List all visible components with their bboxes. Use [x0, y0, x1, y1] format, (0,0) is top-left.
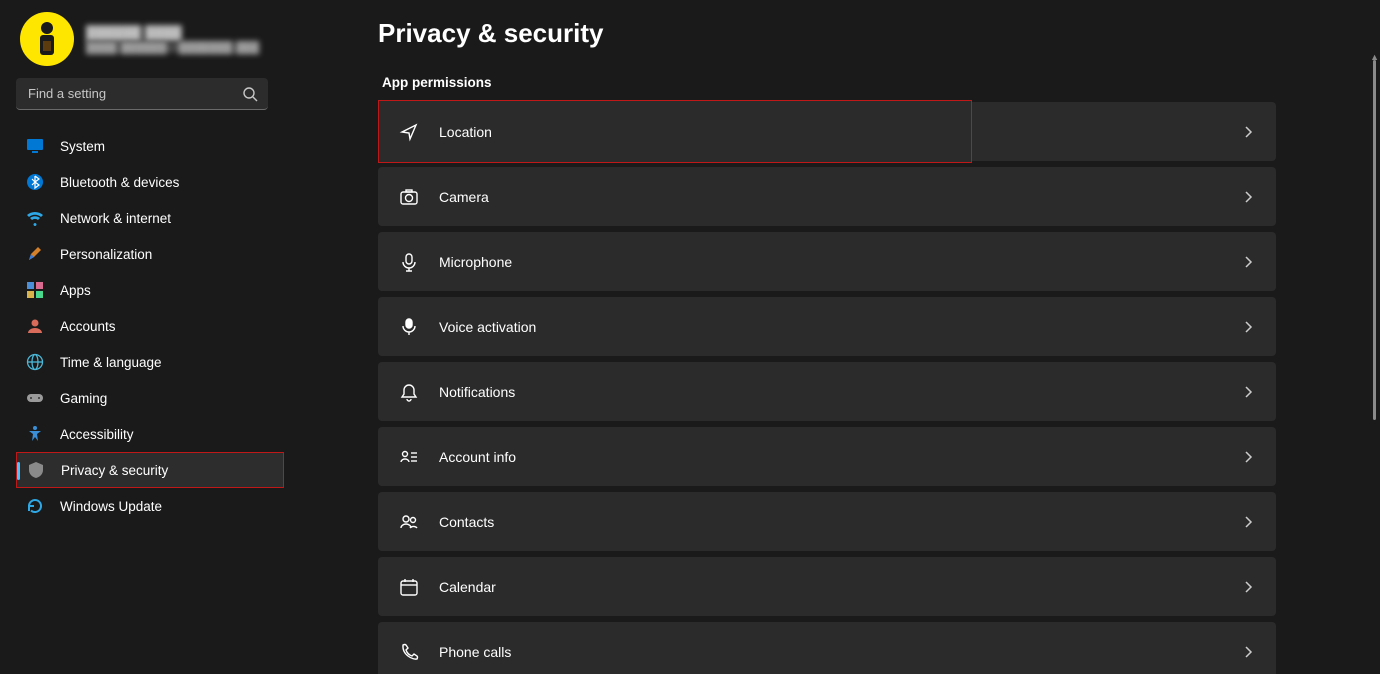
avatar: [20, 12, 74, 66]
section-header: App permissions: [378, 75, 1380, 90]
calendar-icon: [399, 577, 419, 597]
chevron-right-icon: [1241, 450, 1255, 464]
sidebar-item-apps[interactable]: Apps: [16, 272, 284, 308]
paintbrush-icon: [26, 245, 44, 263]
profile-name: ██████ ████: [86, 25, 259, 40]
chevron-right-icon: [1241, 385, 1255, 399]
search-box: [16, 78, 268, 110]
sidebar-item-label: Privacy & security: [61, 463, 168, 478]
contacts-icon: [399, 512, 419, 532]
main-content: Privacy & security App permissions Locat…: [300, 0, 1380, 674]
card-voice-activation[interactable]: Voice activation: [378, 297, 1276, 356]
sidebar-item-network[interactable]: Network & internet: [16, 200, 284, 236]
card-calendar[interactable]: Calendar: [378, 557, 1276, 616]
card-account-info[interactable]: Account info: [378, 427, 1276, 486]
card-label: Contacts: [439, 514, 1241, 530]
card-location[interactable]: Location: [378, 100, 972, 163]
card-label: Account info: [439, 449, 1241, 465]
search-input[interactable]: [16, 78, 268, 110]
chevron-right-icon: [1241, 125, 1255, 139]
sidebar-item-personalization[interactable]: Personalization: [16, 236, 284, 272]
shield-icon: [27, 461, 45, 479]
system-icon: [26, 137, 44, 155]
location-row-wrap: Location: [378, 102, 1276, 161]
sidebar-item-label: Accessibility: [60, 427, 134, 442]
card-label: Phone calls: [439, 644, 1241, 660]
card-microphone[interactable]: Microphone: [378, 232, 1276, 291]
accessibility-icon: [26, 425, 44, 443]
chevron-right-icon: [1241, 515, 1255, 529]
sidebar-item-time-language[interactable]: Time & language: [16, 344, 284, 380]
card-notifications[interactable]: Notifications: [378, 362, 1276, 421]
sidebar-item-label: Time & language: [60, 355, 162, 370]
chevron-right-icon: [1241, 580, 1255, 594]
update-icon: [26, 497, 44, 515]
card-contacts[interactable]: Contacts: [378, 492, 1276, 551]
card-label: Location: [439, 124, 951, 140]
card-label: Calendar: [439, 579, 1241, 595]
chevron-right-icon: [1241, 645, 1255, 659]
profile-email: ████.██████@███████.███: [86, 42, 259, 54]
sidebar-item-label: Personalization: [60, 247, 152, 262]
scrollbar[interactable]: [1372, 60, 1378, 420]
sidebar-item-label: Apps: [60, 283, 91, 298]
gamepad-icon: [26, 389, 44, 407]
voice-activation-icon: [399, 317, 419, 337]
sidebar-item-privacy-security[interactable]: Privacy & security: [16, 452, 284, 488]
sidebar-item-system[interactable]: System: [16, 128, 284, 164]
search-icon: [242, 86, 258, 102]
sidebar-item-accessibility[interactable]: Accessibility: [16, 416, 284, 452]
sidebar-item-windows-update[interactable]: Windows Update: [16, 488, 284, 524]
settings-app: ██████ ████ ████.██████@███████.███ Syst…: [0, 0, 1380, 674]
phone-icon: [399, 642, 419, 662]
globe-clock-icon: [26, 353, 44, 371]
chevron-right-icon: [1241, 255, 1255, 269]
profile-block[interactable]: ██████ ████ ████.██████@███████.███: [16, 12, 284, 66]
chevron-right-icon: [1241, 190, 1255, 204]
sidebar: ██████ ████ ████.██████@███████.███ Syst…: [0, 0, 300, 674]
sidebar-item-label: Bluetooth & devices: [60, 175, 179, 190]
apps-icon: [26, 281, 44, 299]
bluetooth-icon: [26, 173, 44, 191]
card-label: Notifications: [439, 384, 1241, 400]
card-phone-calls[interactable]: Phone calls: [378, 622, 1276, 674]
card-camera[interactable]: Camera: [378, 167, 1276, 226]
sidebar-item-label: Network & internet: [60, 211, 171, 226]
microphone-icon: [399, 252, 419, 272]
sidebar-item-label: Accounts: [60, 319, 116, 334]
scrollbar-thumb[interactable]: [1373, 60, 1376, 420]
permission-cards: Location Camera Microphone Voice activat…: [378, 102, 1276, 674]
card-label: Microphone: [439, 254, 1241, 270]
chevron-right-icon: [1241, 320, 1255, 334]
card-label: Voice activation: [439, 319, 1241, 335]
sidebar-item-label: Windows Update: [60, 499, 162, 514]
sidebar-item-accounts[interactable]: Accounts: [16, 308, 284, 344]
wifi-icon: [26, 209, 44, 227]
sidebar-item-label: System: [60, 139, 105, 154]
page-title: Privacy & security: [378, 18, 1380, 49]
sidebar-nav: System Bluetooth & devices Network & int…: [16, 128, 284, 524]
card-label: Camera: [439, 189, 1241, 205]
camera-icon: [399, 187, 419, 207]
location-icon: [399, 122, 419, 142]
accounts-icon: [26, 317, 44, 335]
bell-icon: [399, 382, 419, 402]
sidebar-item-gaming[interactable]: Gaming: [16, 380, 284, 416]
account-info-icon: [399, 447, 419, 467]
sidebar-item-bluetooth[interactable]: Bluetooth & devices: [16, 164, 284, 200]
sidebar-item-label: Gaming: [60, 391, 107, 406]
